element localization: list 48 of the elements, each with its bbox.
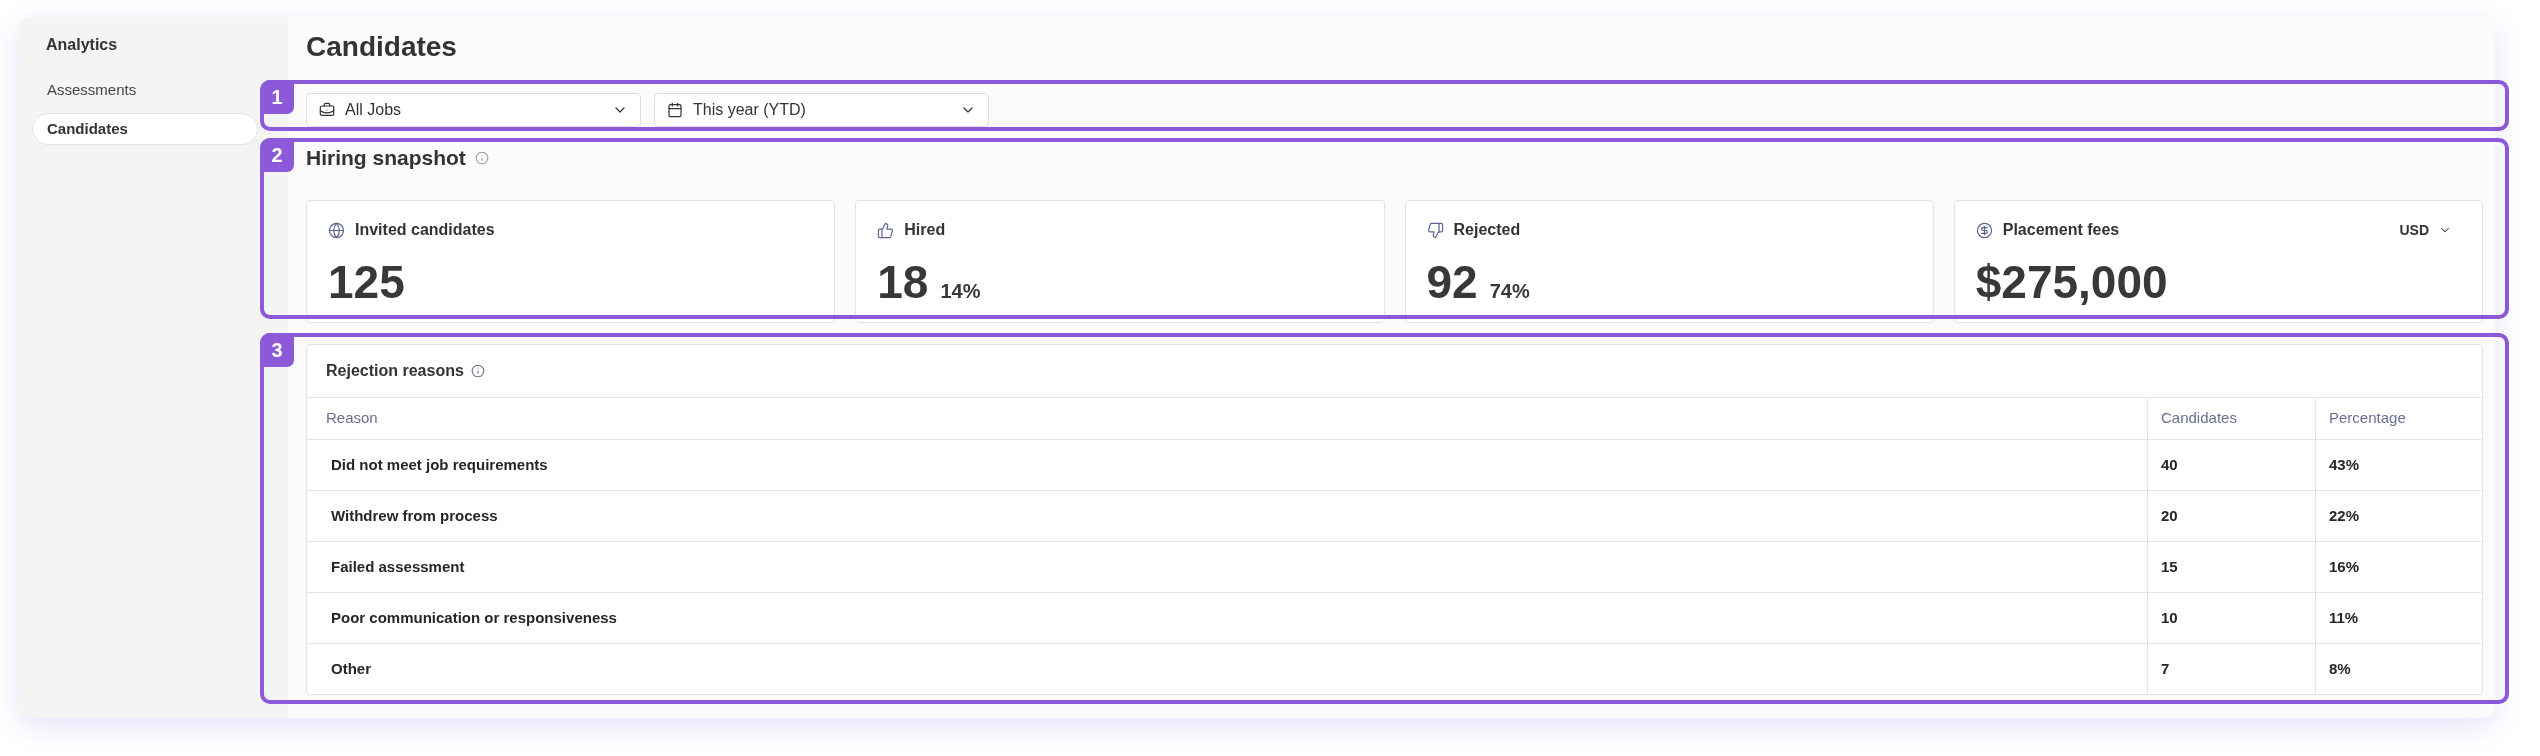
currency-dropdown[interactable]: USD [2399, 219, 2452, 241]
table-cell-text: Failed assessment [330, 556, 466, 577]
stat-label: Hired [904, 220, 946, 240]
sidebar-item[interactable]: Candidates [32, 113, 258, 145]
stat-value: 18 [877, 259, 929, 305]
column-header: Percentage [2315, 398, 2482, 439]
stat-label: Rejected [1453, 220, 1521, 240]
table-cell: 40 [2147, 440, 2315, 490]
thumbs-down-icon [1426, 221, 1444, 239]
stat-value: 92 [1426, 259, 1478, 305]
stat-value: 125 [328, 259, 405, 305]
annotation-number: 3 [260, 333, 294, 367]
briefcase-icon [319, 102, 335, 118]
table-cell: 7 [2147, 644, 2315, 694]
table-title: Rejection reasons [326, 361, 464, 381]
dollar-circle-icon [1975, 221, 1993, 239]
table-cell: 20 [2147, 491, 2315, 541]
section-title: Hiring snapshot [306, 145, 466, 171]
info-icon [474, 151, 489, 165]
stat-label: Invited candidates [355, 220, 495, 240]
table-cell: 10 [2147, 593, 2315, 643]
table-cell-text: Withdrew from process [330, 505, 499, 526]
filter-dropdown[interactable]: All Jobs [306, 93, 641, 127]
globe-icon [328, 221, 345, 239]
column-header: Candidates [2147, 398, 2315, 439]
info-icon [470, 364, 485, 378]
table-cell-text: Other [330, 658, 372, 679]
thumbs-up-icon [877, 221, 895, 239]
table-cell: 16% [2315, 542, 2482, 592]
table-cell-text: Poor communication or responsiveness [330, 607, 618, 628]
page-title: Candidates [306, 30, 458, 64]
table-cell: 22% [2315, 491, 2482, 541]
calendar-icon [667, 102, 683, 118]
table-cell: 15 [2147, 542, 2315, 592]
table-cell: 43% [2315, 440, 2482, 490]
table-cell-text: Did not meet job requirements [330, 454, 549, 475]
sidebar-title: Analytics [45, 35, 119, 55]
stat-value: $275,000 [1975, 259, 2168, 305]
column-header: Reason [325, 408, 379, 429]
stat-label: Placement fees [2002, 220, 2120, 240]
stat-percent: 74% [1489, 279, 1530, 303]
table-cell: 11% [2315, 593, 2482, 643]
annotation-number: 1 [260, 80, 294, 114]
stat-percent: 14% [940, 279, 981, 303]
filter-dropdown[interactable]: This year (YTD) [654, 93, 989, 127]
annotation-number: 2 [260, 138, 294, 172]
sidebar-item[interactable]: Assessments [32, 74, 258, 106]
table-cell: 8% [2315, 644, 2482, 694]
